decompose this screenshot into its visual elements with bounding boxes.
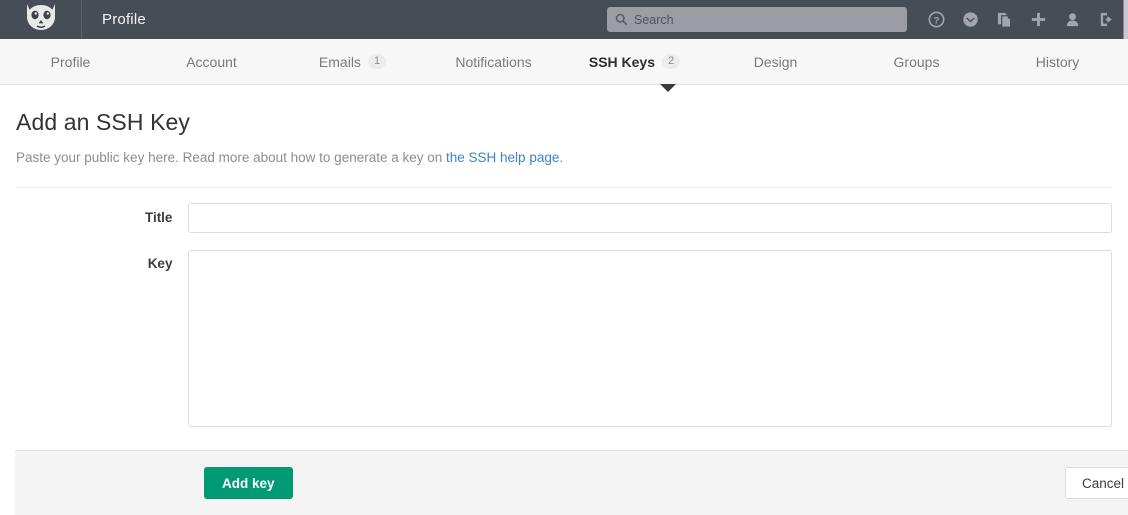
gitlab-fox-logo-icon bbox=[23, 2, 59, 37]
page-title: Add an SSH Key bbox=[16, 109, 191, 135]
tab-groups[interactable]: Groups bbox=[846, 39, 987, 84]
active-tab-caret-icon bbox=[660, 84, 676, 92]
snippets-file-icon[interactable] bbox=[987, 0, 1021, 39]
form-row-key: Key bbox=[16, 250, 1112, 427]
tab-badge-emails: 1 bbox=[367, 54, 387, 69]
title-input[interactable] bbox=[188, 203, 1112, 233]
tab-history[interactable]: History bbox=[987, 39, 1128, 84]
svg-text:?: ? bbox=[933, 15, 939, 26]
tab-label: Account bbox=[186, 53, 237, 70]
tab-emails[interactable]: Emails 1 bbox=[282, 39, 423, 84]
tab-label: Emails bbox=[318, 53, 361, 70]
search-icon bbox=[615, 13, 628, 26]
search-placeholder: Search bbox=[634, 12, 674, 27]
tab-label: SSH Keys bbox=[588, 53, 656, 70]
tab-label: Design bbox=[753, 53, 798, 70]
description-prefix: Paste your public key here. Read more ab… bbox=[16, 150, 447, 165]
tab-profile[interactable]: Profile bbox=[0, 39, 141, 84]
tab-ssh-keys[interactable]: SSH Keys 2 bbox=[564, 39, 705, 84]
tab-notifications[interactable]: Notifications bbox=[423, 39, 564, 84]
profile-nav-tabs: Profile Account Emails 1 Notifications S… bbox=[0, 39, 1128, 92]
key-textarea[interactable] bbox=[188, 250, 1112, 427]
help-icon[interactable]: ? bbox=[919, 0, 953, 39]
ssh-help-page-link[interactable]: the SSH help page bbox=[446, 150, 559, 165]
app-title: Profile bbox=[102, 11, 146, 28]
form-row-title: Title bbox=[16, 203, 1112, 233]
header-right-actions: Search ? bbox=[607, 0, 1128, 39]
tab-design[interactable]: Design bbox=[705, 39, 846, 84]
add-key-button[interactable]: Add key bbox=[204, 467, 293, 499]
tab-label: Profile bbox=[50, 53, 91, 70]
tab-label: Notifications bbox=[455, 53, 532, 70]
tab-badge-ssh-keys: 2 bbox=[662, 54, 681, 69]
page-description: Paste your public key here. Read more ab… bbox=[16, 150, 1112, 165]
title-field-label: Title bbox=[144, 210, 173, 225]
right-edge-sliver bbox=[1123, 0, 1128, 39]
tab-label: Groups bbox=[893, 53, 940, 70]
cancel-button[interactable]: Cancel bbox=[1065, 467, 1128, 499]
user-profile-icon[interactable] bbox=[1055, 0, 1089, 39]
key-field-label: Key bbox=[147, 256, 173, 271]
top-header-bar: Profile Search ? bbox=[0, 0, 1128, 39]
logo-cell[interactable] bbox=[0, 0, 82, 39]
description-suffix: . bbox=[559, 150, 564, 165]
tab-account[interactable]: Account bbox=[141, 39, 282, 84]
form-actions-bar: Add key Cancel bbox=[15, 450, 1128, 515]
sign-out-icon[interactable] bbox=[1089, 0, 1123, 39]
section-divider bbox=[16, 187, 1112, 188]
new-plus-icon[interactable] bbox=[1021, 0, 1055, 39]
tab-label: History bbox=[1035, 53, 1080, 70]
search-input[interactable]: Search bbox=[607, 7, 907, 32]
explore-globe-icon[interactable] bbox=[953, 0, 987, 39]
page-content: Add an SSH Key Paste your public key her… bbox=[0, 109, 1128, 427]
